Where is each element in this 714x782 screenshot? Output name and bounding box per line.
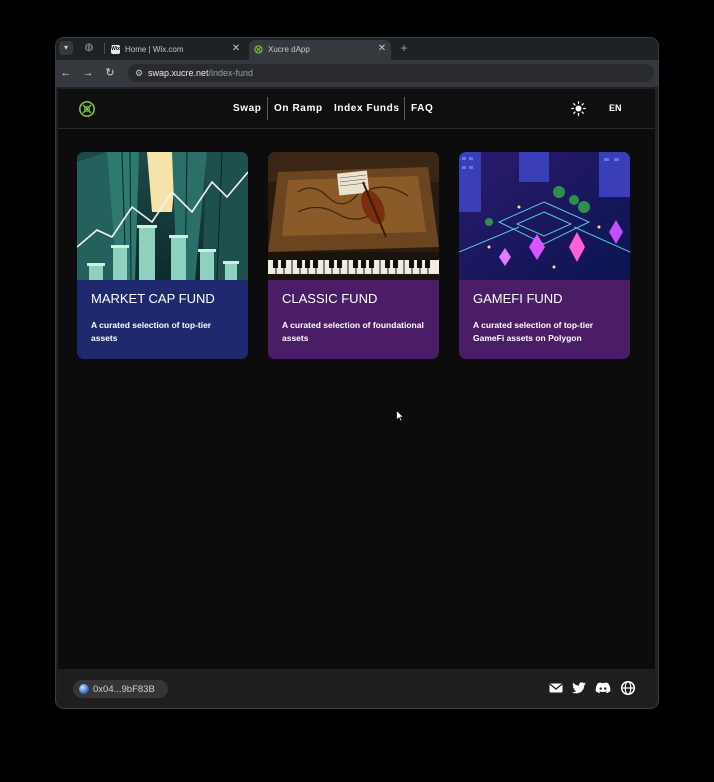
sun-icon[interactable] (571, 101, 586, 116)
wallet-chip[interactable]: 0x04...9bF83B (73, 680, 168, 698)
nav-swap[interactable]: Swap (233, 89, 262, 128)
gamefi-fund-image (459, 152, 630, 280)
classic-fund-image (268, 152, 439, 280)
browser-toolbar: ← → ↻ ⚙ swap.xucre.net/index-fund (56, 60, 658, 87)
globe-icon[interactable]: ◍ (83, 42, 95, 54)
card-description: A curated selection of top-tier assets (91, 320, 212, 343)
nav-divider (267, 97, 268, 120)
site-footer: 0x04...9bF83B (58, 669, 655, 707)
tab-strip: ▾ ◍ Wix Home | Wix.com ✕ Xucre dApp ✕ + (56, 38, 658, 60)
address-bar[interactable]: ⚙ swap.xucre.net/index-fund (128, 64, 654, 82)
discord-icon[interactable] (595, 680, 611, 696)
card-title: GAMEFI FUND (473, 291, 563, 306)
globe-icon[interactable] (620, 680, 636, 696)
back-icon[interactable]: ← (59, 66, 73, 80)
reload-icon[interactable]: ↻ (103, 66, 117, 80)
nav-on-ramp[interactable]: On Ramp (274, 89, 323, 128)
xucre-favicon-icon (254, 45, 263, 54)
close-icon[interactable]: ✕ (377, 43, 387, 55)
tab-search-icon[interactable]: ▾ (59, 41, 73, 55)
site-info-icon[interactable]: ⚙ (133, 67, 145, 79)
nav-index-funds[interactable]: Index Funds (334, 89, 400, 128)
nav-faq[interactable]: FAQ (411, 89, 433, 128)
tab-xucre[interactable]: Xucre dApp ✕ (249, 40, 391, 60)
url-text: swap.xucre.net/index-fund (148, 68, 254, 78)
fund-card-gamefi[interactable]: GAMEFI FUND A curated selection of top-t… (459, 152, 630, 359)
wallet-avatar-icon (79, 684, 89, 694)
tab-divider (104, 43, 105, 54)
mail-icon[interactable] (548, 680, 564, 696)
fund-card-market-cap[interactable]: MARKET CAP FUND A curated selection of t… (77, 152, 248, 359)
card-body: MARKET CAP FUND A curated selection of t… (77, 280, 248, 359)
card-description: A curated selection of foundational asse… (282, 320, 424, 343)
forward-icon[interactable]: → (81, 66, 95, 80)
close-icon[interactable]: ✕ (231, 43, 241, 55)
twitter-icon[interactable] (571, 680, 587, 696)
card-title: CLASSIC FUND (282, 291, 378, 306)
xucre-logo-icon[interactable] (78, 100, 96, 118)
tab-title: Home | Wix.com (125, 45, 184, 54)
nav-divider (404, 97, 405, 120)
card-description: A curated selection of top-tier GameFi a… (473, 320, 594, 343)
fund-card-classic[interactable]: CLASSIC FUND A curated selection of foun… (268, 152, 439, 359)
language-selector[interactable]: EN (609, 89, 622, 128)
tab-wix[interactable]: Wix Home | Wix.com ✕ (106, 40, 246, 60)
wallet-address: 0x04...9bF83B (93, 684, 155, 695)
market-cap-fund-image (77, 152, 248, 280)
wix-favicon-icon: Wix (111, 45, 120, 54)
new-tab-icon[interactable]: + (397, 41, 411, 55)
card-body: GAMEFI FUND A curated selection of top-t… (459, 280, 630, 359)
card-title: MARKET CAP FUND (91, 291, 215, 306)
mouse-cursor-icon (396, 410, 404, 422)
browser-window: ▾ ◍ Wix Home | Wix.com ✕ Xucre dApp ✕ + … (56, 38, 658, 708)
site-header: Swap On Ramp Index Funds FAQ EN (58, 89, 655, 129)
tab-title: Xucre dApp (268, 45, 310, 54)
page-viewport: Swap On Ramp Index Funds FAQ EN MARKET C… (58, 89, 655, 707)
card-body: CLASSIC FUND A curated selection of foun… (268, 280, 439, 359)
